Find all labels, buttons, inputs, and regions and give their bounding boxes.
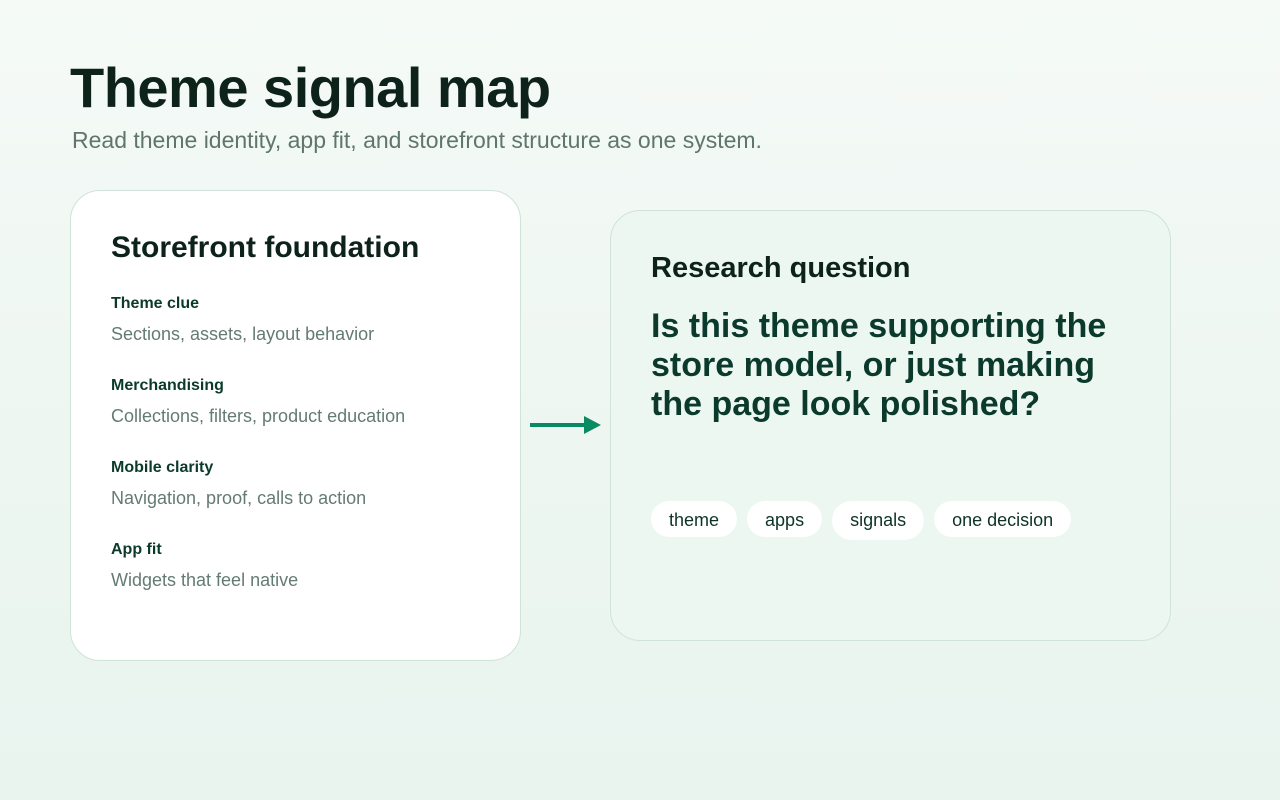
- page-subtitle: Read theme identity, app fit, and storef…: [72, 127, 762, 153]
- signal-list: Theme clue Sections, assets, layout beha…: [111, 295, 491, 623]
- page-title: Theme signal map: [70, 56, 551, 119]
- arrow-right-icon: [530, 416, 601, 434]
- tag-signals: signals: [832, 501, 925, 540]
- item-description: Navigation, proof, calls to action: [111, 488, 367, 508]
- card-title: Research question: [651, 252, 911, 284]
- item-description: Collections, filters, product education: [111, 406, 406, 426]
- item-label: Merchandising: [111, 377, 224, 394]
- tag-one-decision: one decision: [934, 501, 1072, 537]
- research-question-text: Is this theme supporting the store model…: [651, 307, 1107, 423]
- item-description: Sections, assets, layout behavior: [111, 324, 375, 344]
- tag-apps: apps: [747, 501, 823, 537]
- tag-theme: theme: [651, 501, 738, 537]
- item-label: Mobile clarity: [111, 459, 214, 476]
- list-item-mobile-clarity: Mobile clarity Navigation, proof, calls …: [111, 459, 491, 541]
- tag-list: theme apps signals one decision: [651, 501, 1072, 540]
- storefront-foundation-card: Storefront foundation Theme clue Section…: [70, 190, 521, 661]
- item-label: Theme clue: [111, 295, 200, 312]
- list-item-theme-clue: Theme clue Sections, assets, layout beha…: [111, 295, 491, 377]
- research-question-card: Research question Is this theme supporti…: [610, 210, 1171, 641]
- item-label: App fit: [111, 541, 162, 558]
- item-description: Widgets that feel native: [111, 570, 299, 590]
- list-item-app-fit: App fit Widgets that feel native: [111, 541, 491, 623]
- list-item-merchandising: Merchandising Collections, filters, prod…: [111, 377, 491, 459]
- card-title: Storefront foundation: [111, 231, 420, 264]
